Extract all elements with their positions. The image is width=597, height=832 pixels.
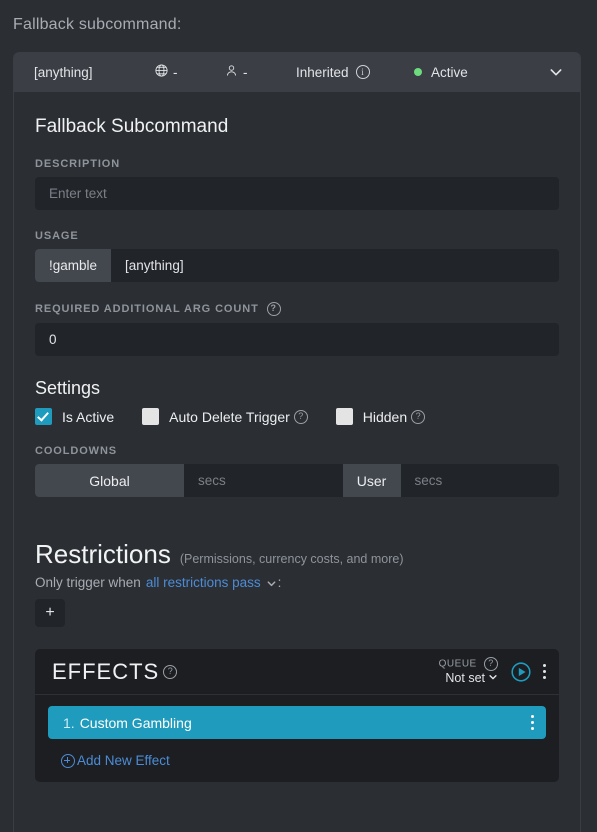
subcommand-panel: [anything] - - Inherited i Active Fallba… (13, 52, 581, 832)
queue-value: Not set (445, 670, 485, 685)
hidden-checkbox[interactable] (335, 408, 353, 425)
restrictions-mode-row: Only trigger when all restrictions pass … (35, 575, 559, 590)
globe-value: - (173, 64, 178, 80)
settings-heading: Settings (35, 378, 101, 398)
global-cooldown-addon: Global (35, 464, 184, 497)
cooldowns-label: COOLDOWNS (35, 445, 118, 457)
restrictions-subtitle: (Permissions, currency costs, and more) (179, 552, 404, 566)
question-icon[interactable]: ? (484, 656, 498, 671)
add-restriction-button[interactable]: + (35, 599, 65, 627)
person-icon (224, 63, 239, 81)
restrictions-prefix-text: Only trigger when (35, 575, 141, 590)
restrictions-suffix-text: : (277, 575, 282, 590)
queue-value-row[interactable]: Not set (439, 671, 498, 687)
effect-name: Custom Gambling (79, 714, 192, 731)
arg-count-label-text: REQUIRED ADDITIONAL ARG COUNT (35, 302, 259, 315)
cooldowns-input-group: Global secs User secs (35, 464, 559, 497)
inherited-label: Inherited (296, 64, 349, 80)
question-icon[interactable]: ? (411, 409, 426, 424)
usage-label: USAGE (35, 230, 79, 242)
effects-menu-icon[interactable] (542, 664, 546, 679)
global-cooldown-input[interactable]: secs (184, 464, 343, 497)
hidden-label: Hidden (362, 408, 408, 425)
add-new-effect-label: Add New Effect (77, 753, 170, 768)
question-icon[interactable]: ? (163, 664, 178, 679)
fallback-subcommand-label: Fallback subcommand: (13, 16, 182, 33)
add-new-effect-button[interactable]: Add New Effect (61, 753, 546, 768)
effects-title: EFFECTS (52, 658, 160, 684)
permission-summary: Inherited i (296, 65, 406, 80)
effect-menu-icon[interactable] (530, 715, 534, 730)
status-badge: Active (406, 65, 548, 80)
description-label: DESCRIPTION (35, 158, 121, 170)
auto-delete-trigger-label: Auto Delete Trigger (169, 408, 290, 425)
restrictions-heading-row: Restrictions (Permissions, currency cost… (35, 539, 559, 570)
usage-input-group[interactable]: !gamble [anything] (35, 249, 559, 282)
user-cooldown-input[interactable]: secs (401, 464, 560, 497)
arg-count-input[interactable]: 0 (35, 323, 559, 356)
question-icon[interactable]: ? (293, 409, 308, 424)
user-cooldown-addon: User (342, 464, 401, 497)
queue-label-row: QUEUE ? (438, 656, 498, 671)
auto-delete-trigger-checkbox[interactable] (142, 408, 160, 425)
status-label: Active (431, 64, 468, 80)
checkbox-hidden[interactable]: Hidden ? (335, 408, 426, 425)
effects-header: EFFECTS ? QUEUE ? Not set (35, 649, 559, 695)
description-input[interactable]: Enter text (35, 177, 559, 210)
arg-count-label: REQUIRED ADDITIONAL ARG COUNT ? (35, 302, 559, 316)
effects-list: 1. Custom Gambling Add New Effect (35, 695, 559, 782)
global-cooldown-summary: - (154, 63, 224, 81)
user-value: - (243, 64, 248, 80)
status-dot-icon (414, 68, 422, 76)
effect-index: 1. (63, 714, 75, 731)
chevron-down-icon[interactable] (548, 64, 564, 80)
page-title: Fallback Subcommand (35, 116, 229, 137)
info-icon[interactable]: i (355, 65, 370, 79)
globe-icon (154, 63, 169, 81)
queue-label: QUEUE (438, 658, 477, 670)
is-active-checkbox[interactable] (35, 408, 52, 425)
play-circle-icon[interactable] (510, 661, 532, 683)
plus-circle-icon (61, 753, 75, 768)
subcommand-body: Fallback Subcommand DESCRIPTION Enter te… (14, 92, 580, 832)
settings-checkbox-row: Is Active Auto Delete Trigger ? Hidden ? (35, 408, 559, 425)
restrictions-mode-dropdown[interactable]: all restrictions pass (146, 575, 261, 590)
subcommand-header-row[interactable]: [anything] - - Inherited i Active (14, 52, 580, 92)
chevron-down-icon[interactable] (488, 671, 498, 687)
checkbox-auto-delete-trigger[interactable]: Auto Delete Trigger ? (142, 408, 308, 425)
list-item[interactable]: 1. Custom Gambling (48, 706, 546, 739)
question-icon[interactable]: ? (266, 302, 281, 316)
subcommand-trigger: [anything] (34, 64, 93, 80)
user-cooldown-summary: - (224, 63, 296, 81)
usage-trigger-prefix: !gamble (35, 249, 112, 282)
usage-input[interactable]: [anything] (111, 249, 198, 282)
queue-selector[interactable]: QUEUE ? Not set (438, 656, 498, 687)
is-active-label: Is Active (62, 408, 115, 425)
checkbox-is-active[interactable]: Is Active (35, 408, 114, 425)
effects-card: EFFECTS ? QUEUE ? Not set 1. Custom Gamb… (35, 649, 559, 782)
restrictions-title: Restrictions (35, 539, 171, 569)
chevron-down-icon[interactable] (266, 577, 277, 588)
